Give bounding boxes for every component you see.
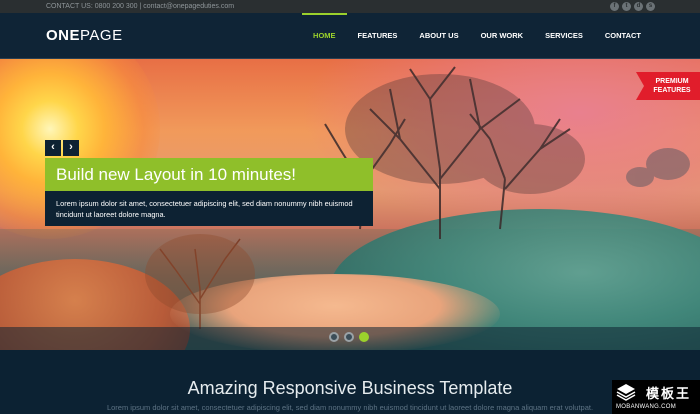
top-contact-bar: CONTACT US: 0800 200 300 | contact@onepa… xyxy=(0,0,700,13)
site-header: ONEPAGE HOME FEATURES ABOUT US OUR WORK … xyxy=(0,13,700,58)
slider-arrows: ‹ › xyxy=(45,140,79,156)
nav-about-us[interactable]: ABOUT US xyxy=(408,13,469,58)
slide-dot-3[interactable] xyxy=(359,332,369,342)
skype-icon[interactable]: s xyxy=(646,2,655,11)
slide-caption-title: Build new Layout in 10 minutes! xyxy=(45,158,373,191)
ribbon-line-1: PREMIUM xyxy=(655,78,689,85)
main-nav: HOME FEATURES ABOUT US OUR WORK SERVICES… xyxy=(302,13,652,58)
contact-info: CONTACT US: 0800 200 300 | contact@onepa… xyxy=(46,3,235,10)
nav-features[interactable]: FEATURES xyxy=(347,13,409,58)
logo-bold-part: ONE xyxy=(46,27,81,44)
nav-our-work[interactable]: OUR WORK xyxy=(470,13,535,58)
dribbble-icon[interactable]: d xyxy=(634,2,643,11)
nav-services[interactable]: SERVICES xyxy=(534,13,594,58)
hero-slider: PREMIUM FEATURES ‹ › Build new Layout in… xyxy=(0,59,700,350)
logo-light-part: PAGE xyxy=(80,27,123,44)
site-logo[interactable]: ONEPAGE xyxy=(46,27,123,44)
nav-home[interactable]: HOME xyxy=(302,13,347,58)
intro-section: Amazing Responsive Business Template Lor… xyxy=(0,350,700,414)
slide-dot-2[interactable] xyxy=(344,332,354,342)
ribbon-line-2: FEATURES xyxy=(653,87,691,94)
chevron-left-icon[interactable]: ‹ xyxy=(45,140,61,156)
watermark: 模板王 MOBANWANG.COM xyxy=(612,380,700,414)
section-subtext: Lorem ipsum dolor sit amet, consectetuer… xyxy=(106,403,594,412)
watermark-url: MOBANWANG.COM xyxy=(616,404,677,410)
slider-pagination xyxy=(329,332,369,342)
nav-contact[interactable]: CONTACT xyxy=(594,13,652,58)
chevron-right-icon[interactable]: › xyxy=(63,140,79,156)
premium-features-ribbon[interactable]: PREMIUM FEATURES xyxy=(636,72,700,100)
social-links: f t d s xyxy=(610,2,655,11)
section-heading: Amazing Responsive Business Template xyxy=(187,378,513,398)
watermark-name: 模板王 xyxy=(646,386,692,401)
facebook-icon[interactable]: f xyxy=(610,2,619,11)
twitter-icon[interactable]: t xyxy=(622,2,631,11)
slide-dot-1[interactable] xyxy=(329,332,339,342)
slide-caption-text: Lorem ipsum dolor sit amet, consectetuer… xyxy=(45,191,373,226)
watermark-logo-icon xyxy=(616,384,636,401)
